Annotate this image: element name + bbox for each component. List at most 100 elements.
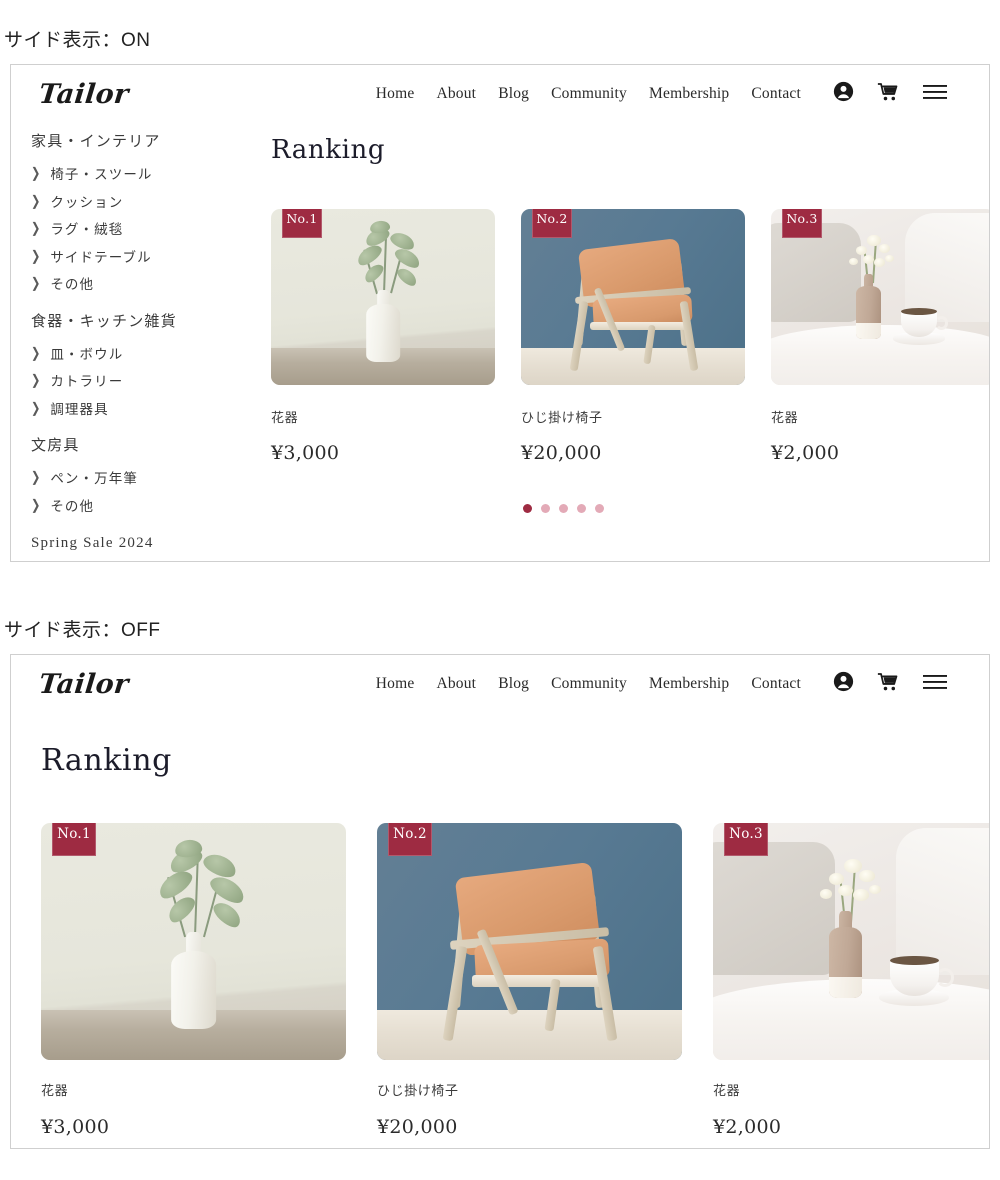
sidebar-group-title: Spring Sale 2024 bbox=[31, 535, 154, 551]
sidebar-group-title: 食器・キッチン雑貨 bbox=[31, 313, 177, 330]
carousel-dot-3[interactable] bbox=[558, 504, 568, 513]
sidebar-item-label: その他 bbox=[50, 277, 95, 292]
product-name: 花器 bbox=[713, 1083, 741, 1098]
product-thumbnail[interactable]: No.1 bbox=[41, 823, 346, 1060]
site-logo[interactable]: Tailor bbox=[37, 79, 130, 110]
nav-item-membership[interactable]: Membership bbox=[649, 675, 729, 693]
rank-badge: No.2 bbox=[532, 209, 572, 238]
ranking-section-on: Ranking No.1 花器 ¥3,000 No.2 ひじ掛け椅子 ¥20,0… bbox=[249, 123, 989, 513]
section-label-sidebar-off: サイド表示：OFF bbox=[4, 620, 161, 641]
product-name: ひじ掛け椅子 bbox=[377, 1083, 459, 1098]
chevron-right-icon: ❯ bbox=[31, 276, 42, 292]
chevron-right-icon: ❯ bbox=[31, 194, 42, 210]
chevron-right-icon: ❯ bbox=[31, 470, 42, 486]
product-thumbnail[interactable]: No.2 bbox=[377, 823, 682, 1060]
sidebar-group-spring-sale: Spring Sale 2024 bbox=[31, 534, 249, 552]
product-image-armchair bbox=[377, 823, 682, 1060]
sidebar-item-chairs[interactable]: ❯ 椅子・スツール bbox=[31, 161, 249, 189]
product-card[interactable]: No.2 ひじ掛け椅子 ¥20,000 bbox=[377, 823, 682, 1137]
sidebar-item-stationery-other[interactable]: ❯ その他 bbox=[31, 493, 249, 521]
account-icon[interactable] bbox=[833, 81, 854, 107]
product-price: ¥3,000 bbox=[271, 442, 340, 464]
product-card-list-on: No.1 花器 ¥3,000 No.2 ひじ掛け椅子 ¥20,000 No.3 … bbox=[271, 209, 989, 464]
hamburger-menu-icon[interactable] bbox=[923, 84, 947, 105]
sidebar-item-label: ラグ・絨毯 bbox=[50, 222, 124, 237]
product-price: ¥2,000 bbox=[771, 442, 840, 464]
nav-item-membership[interactable]: Membership bbox=[649, 85, 729, 103]
screenshot-root: サイド表示：ON Tailor Home About Blog Communit… bbox=[0, 0, 1000, 1180]
product-card[interactable]: No.1 花器 ¥3,000 bbox=[271, 209, 495, 463]
sidebar-item-rugs[interactable]: ❯ ラグ・絨毯 bbox=[31, 216, 249, 244]
nav-item-about[interactable]: About bbox=[436, 675, 476, 693]
sidebar-group-title: 文房具 bbox=[31, 438, 80, 454]
rank-badge: No.3 bbox=[724, 823, 768, 856]
chevron-right-icon: ❯ bbox=[31, 249, 42, 265]
main-nav: Home About Blog Community Membership Con… bbox=[376, 671, 947, 697]
site-header-on: Tailor Home About Blog Community Members… bbox=[11, 65, 989, 123]
site-logo[interactable]: Tailor bbox=[37, 669, 130, 700]
header-icon-group bbox=[833, 671, 947, 697]
sidebar-item-cushions[interactable]: ❯ クッション bbox=[31, 189, 249, 217]
ranking-section-off: Ranking No.1 花器 ¥3,000 No.2 ひじ掛け椅子 ¥20,0… bbox=[11, 713, 989, 1137]
preview-panel-sidebar-on: Tailor Home About Blog Community Members… bbox=[10, 64, 990, 562]
product-thumbnail[interactable]: No.3 bbox=[771, 209, 989, 385]
product-price: ¥3,000 bbox=[41, 1116, 110, 1138]
chevron-right-icon: ❯ bbox=[31, 401, 42, 417]
nav-item-blog[interactable]: Blog bbox=[498, 85, 529, 103]
sidebar-group-tableware: 食器・キッチン雑貨 ❯ 皿・ボウル ❯ カトラリー ❯ 調理器具 bbox=[31, 313, 249, 424]
chevron-right-icon: ❯ bbox=[31, 166, 42, 182]
product-card-list-off: No.1 花器 ¥3,000 No.2 ひじ掛け椅子 ¥20,000 No.3 … bbox=[41, 823, 989, 1137]
sidebar-item-plates[interactable]: ❯ 皿・ボウル bbox=[31, 341, 249, 369]
page-title: Ranking bbox=[271, 135, 386, 165]
product-card[interactable]: No.2 ひじ掛け椅子 ¥20,000 bbox=[521, 209, 745, 463]
chevron-right-icon: ❯ bbox=[31, 221, 42, 237]
carousel-dot-2[interactable] bbox=[540, 504, 550, 513]
rank-badge: No.2 bbox=[388, 823, 432, 856]
nav-item-contact[interactable]: Contact bbox=[751, 85, 801, 103]
main-nav: Home About Blog Community Membership Con… bbox=[376, 81, 947, 107]
product-name: 花器 bbox=[771, 410, 799, 425]
product-price: ¥20,000 bbox=[377, 1116, 458, 1138]
product-card[interactable]: No.3 花器 ¥2,000 bbox=[713, 823, 989, 1138]
cart-icon[interactable] bbox=[877, 672, 900, 697]
sidebar-item-cutlery[interactable]: ❯ カトラリー bbox=[31, 368, 249, 396]
product-image-vase-cup bbox=[713, 823, 989, 1060]
sidebar-group-title: 家具・インテリア bbox=[31, 134, 161, 150]
carousel-dot-4[interactable] bbox=[576, 504, 586, 513]
nav-item-home[interactable]: Home bbox=[376, 675, 415, 693]
cart-icon[interactable] bbox=[877, 82, 900, 107]
nav-item-home[interactable]: Home bbox=[376, 85, 415, 103]
product-card[interactable]: No.3 花器 ¥2,000 bbox=[771, 209, 989, 464]
account-icon[interactable] bbox=[833, 671, 854, 697]
sidebar-item-cookware[interactable]: ❯ 調理器具 bbox=[31, 396, 249, 424]
product-thumbnail[interactable]: No.2 bbox=[521, 209, 745, 385]
section-label-sidebar-on: サイド表示：ON bbox=[4, 30, 151, 51]
product-thumbnail[interactable]: No.1 bbox=[271, 209, 495, 385]
sidebar-item-label: 調理器具 bbox=[50, 401, 109, 417]
sidebar-item-furniture-other[interactable]: ❯ その他 bbox=[31, 271, 249, 299]
product-price: ¥2,000 bbox=[713, 1116, 782, 1138]
product-thumbnail[interactable]: No.3 bbox=[713, 823, 989, 1060]
rank-badge: No.1 bbox=[52, 823, 96, 856]
chevron-right-icon: ❯ bbox=[31, 346, 42, 362]
category-sidebar: 家具・インテリア ❯ 椅子・スツール ❯ クッション ❯ ラグ・絨毯 ❯ サイド… bbox=[11, 123, 249, 561]
carousel-dot-1[interactable] bbox=[522, 504, 532, 513]
rank-badge: No.1 bbox=[282, 209, 322, 238]
carousel-dot-5[interactable] bbox=[594, 504, 604, 513]
product-image-vase-eucalyptus bbox=[41, 823, 346, 1060]
sidebar-group-furniture: 家具・インテリア ❯ 椅子・スツール ❯ クッション ❯ ラグ・絨毯 ❯ サイド… bbox=[31, 133, 249, 299]
chevron-right-icon: ❯ bbox=[31, 498, 42, 514]
product-card[interactable]: No.1 花器 ¥3,000 bbox=[41, 823, 346, 1137]
carousel-pagination bbox=[271, 504, 989, 513]
preview-panel-sidebar-off: Tailor Home About Blog Community Members… bbox=[10, 654, 990, 1149]
nav-item-about[interactable]: About bbox=[436, 85, 476, 103]
product-name: 花器 bbox=[41, 1083, 69, 1098]
nav-item-community[interactable]: Community bbox=[551, 675, 627, 693]
nav-item-contact[interactable]: Contact bbox=[751, 675, 801, 693]
hamburger-menu-icon[interactable] bbox=[923, 674, 947, 695]
sidebar-item-label: クッション bbox=[50, 194, 124, 210]
nav-item-blog[interactable]: Blog bbox=[498, 675, 529, 693]
sidebar-item-pens[interactable]: ❯ ペン・万年筆 bbox=[31, 465, 249, 493]
nav-item-community[interactable]: Community bbox=[551, 85, 627, 103]
sidebar-item-side-tables[interactable]: ❯ サイドテーブル bbox=[31, 244, 249, 272]
